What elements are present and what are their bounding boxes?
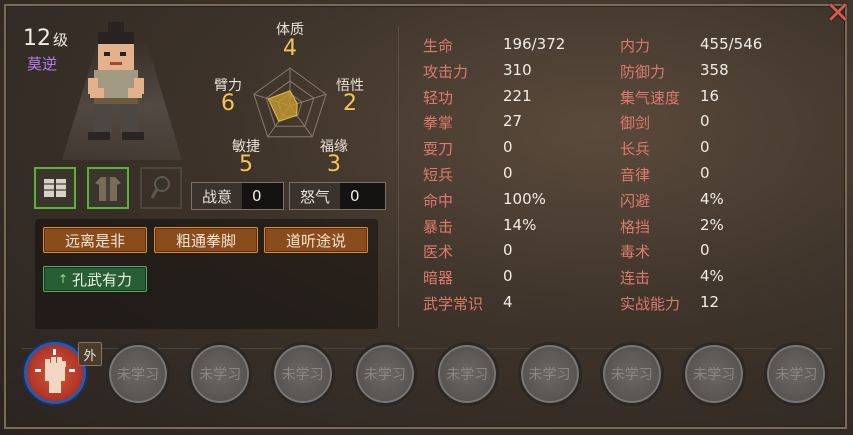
skill-slot-locked[interactable]: 未学习 bbox=[106, 342, 170, 406]
stat-value: 358 bbox=[700, 60, 729, 79]
trait-badge[interactable]: 远离是非 bbox=[43, 227, 147, 253]
stat-key: 轻功 bbox=[423, 88, 454, 107]
stat-key: 医术 bbox=[423, 243, 454, 262]
attr-value-minjie: 5 bbox=[239, 152, 253, 177]
stat-key: 攻击力 bbox=[423, 62, 469, 81]
stat-value: 0 bbox=[700, 164, 710, 182]
trait-badge[interactable]: 道听途说 bbox=[264, 227, 368, 253]
level-number: 12 bbox=[23, 26, 51, 51]
stat-value: 27 bbox=[503, 112, 523, 131]
skill-slot-locked[interactable]: 未学习 bbox=[270, 342, 335, 406]
stat-value: 0 bbox=[503, 138, 513, 157]
stat-value: 0 bbox=[503, 241, 513, 260]
skill-slot-locked[interactable]: 未学习 bbox=[517, 342, 582, 406]
stat-value: 455/546 bbox=[700, 35, 763, 53]
stat-key: 耍刀 bbox=[423, 140, 454, 159]
field-zhanyi: 战意 0 bbox=[191, 182, 284, 210]
close-icon[interactable]: ✕ bbox=[825, 0, 851, 29]
stat-key: 连击 bbox=[620, 269, 651, 288]
field-nuqi: 怒气 0 bbox=[289, 182, 386, 210]
stat-key: 武学常识 bbox=[423, 295, 484, 313]
skill-slot-locked[interactable]: 未学习 bbox=[188, 342, 253, 406]
skill-type-tag: 外 bbox=[78, 342, 102, 366]
skill-slot-locked[interactable]: 未学习 bbox=[764, 342, 829, 406]
trait-badge[interactable]: 粗通拳脚 bbox=[154, 227, 258, 253]
skill-slot-active[interactable] bbox=[24, 342, 86, 404]
traits-panel: 远离是非 粗通拳脚 道听途说 ↑ 孔武有力 bbox=[35, 219, 378, 329]
attribute-radar-chart bbox=[253, 67, 327, 138]
character-name: 莫逆 bbox=[27, 55, 58, 73]
attr-value-tizhi: 4 bbox=[283, 36, 297, 61]
stat-value: 0 bbox=[700, 112, 710, 131]
attr-value-bili: 6 bbox=[221, 91, 235, 116]
stat-key: 拳掌 bbox=[423, 114, 454, 133]
stat-value: 0 bbox=[700, 138, 710, 157]
skill-slot-locked[interactable]: 未学习 bbox=[682, 342, 747, 406]
equipment-slot-accessory[interactable] bbox=[140, 167, 182, 209]
stat-value: 4% bbox=[700, 189, 724, 208]
level-display: 12 级 bbox=[23, 26, 68, 51]
skill-slot-locked[interactable]: 未学习 bbox=[599, 342, 664, 406]
stat-key: 毒术 bbox=[620, 243, 651, 262]
trait-badge-buff[interactable]: ↑ 孔武有力 bbox=[43, 266, 147, 292]
stat-key: 暗器 bbox=[423, 269, 454, 288]
stat-key: 音律 bbox=[620, 166, 651, 184]
skill-slot-locked[interactable]: 未学习 bbox=[352, 342, 417, 406]
fist-skill-icon bbox=[35, 349, 75, 393]
field-nuqi-label: 怒气 bbox=[290, 183, 341, 209]
attr-value-wuxing: 2 bbox=[343, 91, 357, 116]
field-zhanyi-value: 0 bbox=[242, 183, 283, 209]
equipment-slot-body[interactable] bbox=[87, 167, 129, 209]
stats-divider bbox=[398, 27, 399, 327]
robe-armor-icon bbox=[95, 177, 121, 201]
stat-value: 2% bbox=[700, 215, 724, 234]
stat-key: 集气速度 bbox=[620, 88, 681, 107]
stat-key: 格挡 bbox=[620, 217, 651, 236]
stat-key: 生命 bbox=[423, 37, 454, 55]
stat-key: 命中 bbox=[423, 191, 454, 210]
attr-value-fuyuan: 3 bbox=[327, 152, 341, 177]
field-nuqi-value: 0 bbox=[340, 183, 385, 209]
stat-value: 0 bbox=[503, 267, 513, 286]
stat-value: 310 bbox=[503, 60, 532, 79]
field-zhanyi-label: 战意 bbox=[192, 183, 243, 209]
stat-key: 短兵 bbox=[423, 166, 454, 184]
stat-key: 闪避 bbox=[620, 191, 651, 210]
stat-value: 14% bbox=[503, 215, 537, 234]
stat-value: 12 bbox=[700, 293, 720, 311]
level-unit: 级 bbox=[53, 31, 69, 49]
stat-value: 0 bbox=[700, 241, 710, 260]
stat-key: 实战能力 bbox=[620, 295, 681, 313]
stat-value: 4% bbox=[700, 267, 724, 286]
avatar bbox=[88, 22, 144, 140]
up-arrow-icon: ↑ bbox=[57, 272, 69, 286]
stat-value: 16 bbox=[700, 86, 720, 105]
stat-key: 暴击 bbox=[423, 217, 454, 236]
stat-value: 100% bbox=[503, 189, 546, 208]
stat-value: 4 bbox=[503, 293, 513, 311]
bandage-gloves-icon bbox=[44, 179, 66, 197]
equipment-slot-hands[interactable] bbox=[34, 167, 76, 209]
stat-value: 221 bbox=[503, 86, 532, 105]
stat-key: 御剑 bbox=[620, 114, 651, 133]
trait-label: 孔武有力 bbox=[72, 270, 133, 289]
stat-key: 防御力 bbox=[620, 62, 666, 81]
stat-value: 196/372 bbox=[503, 35, 566, 53]
stat-key: 长兵 bbox=[620, 140, 651, 159]
stat-key: 内力 bbox=[620, 37, 651, 55]
stat-value: 0 bbox=[503, 164, 513, 182]
skill-slot-locked[interactable]: 未学习 bbox=[435, 342, 500, 406]
accessory-slot-icon bbox=[150, 176, 170, 199]
